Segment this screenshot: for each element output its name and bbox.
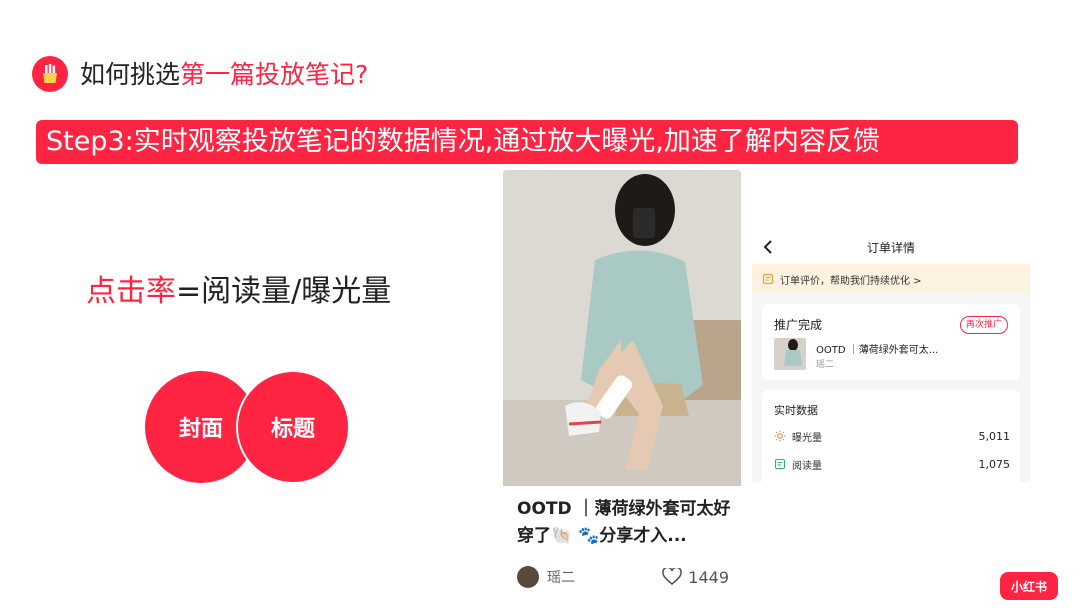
- title-label: 标题: [270, 417, 315, 442]
- brand-logo: 小红书: [1000, 572, 1058, 600]
- feedback-text[interactable]: 订单评价，帮助我们持续优化 >: [780, 272, 922, 287]
- step-banner: Step3:实时观察投放笔记的数据情况,通过放大曝光,加速了解内容反馈: [36, 120, 1018, 164]
- stat-row-impressions: 曝光量 5,011: [774, 428, 1010, 444]
- avatar[interactable]: [517, 566, 539, 588]
- heart-outline-icon[interactable]: [662, 568, 683, 586]
- promotion-card: 推广完成 再次推广 OOTD ｜薄荷绿外套可太... 瑶二: [762, 304, 1020, 380]
- note-card[interactable]: OOTD ｜薄荷绿外套可太好穿了🐚 🐾分享才入... 瑶二 1449: [503, 170, 741, 600]
- stat-row-reads: 阅读量 1,075: [774, 456, 1010, 472]
- realtime-stats-card: 实时数据 曝光量 5,011 阅读量 1,075: [762, 390, 1020, 482]
- stat-value: 1,075: [978, 457, 1011, 471]
- read-icon: [774, 458, 786, 470]
- note-cover-image: [503, 170, 741, 486]
- order-header: 订单详情: [752, 230, 1030, 264]
- fries-icon: [32, 56, 68, 92]
- stat-value: 5,011: [978, 429, 1011, 443]
- page-title-prefix: 如何挑选: [80, 60, 181, 89]
- like-count: 1449: [688, 567, 729, 587]
- stat-label: 阅读量: [792, 460, 822, 472]
- stat-label: 曝光量: [792, 432, 822, 444]
- repromote-button[interactable]: 再次推广: [959, 316, 1008, 334]
- note-title: OOTD ｜薄荷绿外套可太好穿了🐚 🐾分享才入...: [517, 499, 731, 546]
- ctr-formula: 点击率=阅读量/曝光量: [86, 272, 391, 312]
- promo-note-title[interactable]: OOTD ｜薄荷绿外套可太...: [816, 341, 938, 356]
- feedback-icon: [762, 273, 774, 285]
- feedback-bar[interactable]: 订单评价，帮助我们持续优化 >: [752, 264, 1030, 294]
- formula-rest: =阅读量/曝光量: [176, 274, 392, 309]
- stats-title: 实时数据: [774, 404, 818, 417]
- promotion-status: 推广完成: [774, 318, 823, 332]
- like-button[interactable]: 1449: [662, 564, 729, 590]
- formula-highlight: 点击率: [86, 274, 176, 309]
- title-circle: 标题: [236, 370, 350, 484]
- order-details-screen: 订单详情 订单评价，帮助我们持续优化 > 推广完成 再次推广 OOTD ｜薄荷绿…: [752, 230, 1030, 482]
- note-thumbnail[interactable]: [774, 338, 806, 370]
- page-title: 如何挑选第一篇投放笔记?: [80, 58, 368, 92]
- sun-icon: [774, 430, 786, 442]
- page-title-highlight: 第一篇投放笔记?: [180, 60, 369, 89]
- note-author[interactable]: 瑶二: [517, 564, 575, 590]
- note-author-name[interactable]: 瑶二: [547, 567, 575, 587]
- promo-note-author: 瑶二: [816, 360, 835, 370]
- order-title: 订单详情: [866, 241, 915, 255]
- cover-label: 封面: [178, 417, 223, 442]
